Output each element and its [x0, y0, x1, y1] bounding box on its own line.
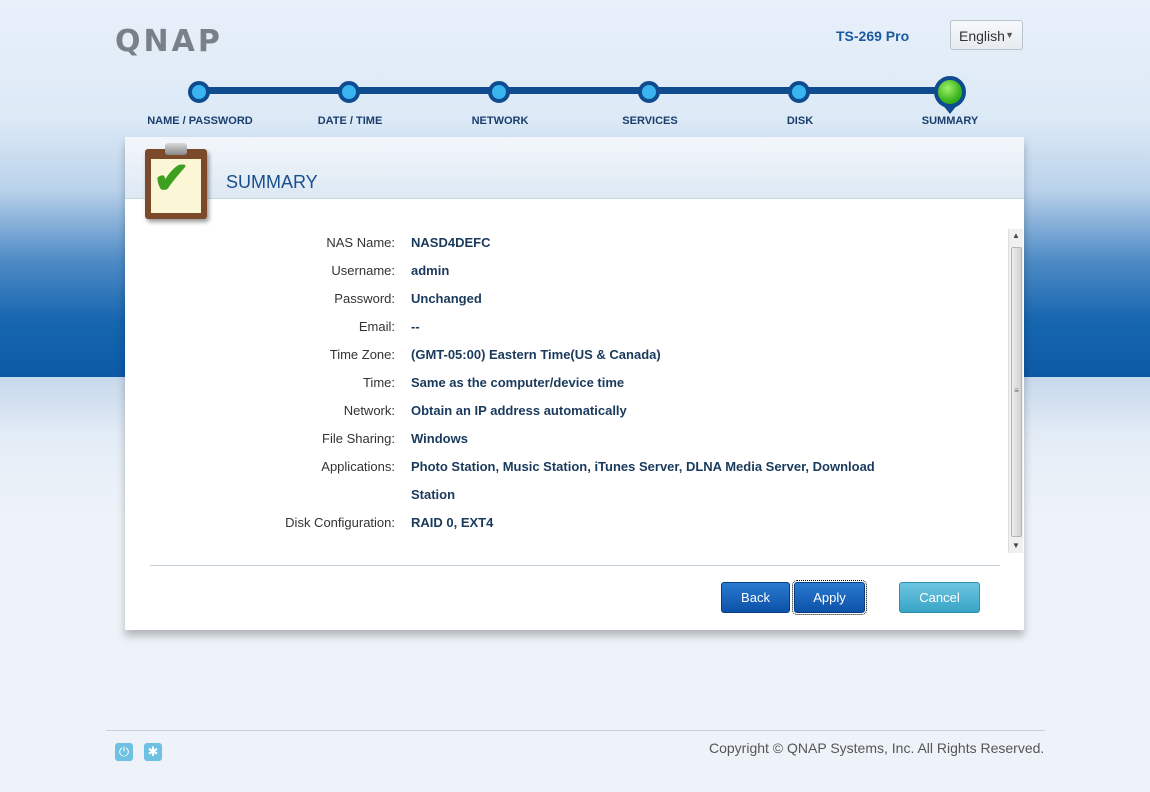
step-label-disk: DISK [786, 115, 814, 127]
summary-label: File Sharing: [322, 431, 395, 446]
summary-row: NAS Name: NASD4DEFC [125, 229, 1005, 250]
scrollbar-thumb[interactable]: ≡ [1011, 247, 1022, 537]
step-dot-disk [788, 81, 810, 103]
summary-label: Time: [362, 375, 395, 390]
step-pin-icon [942, 104, 958, 114]
wizard-progress-line [199, 87, 951, 94]
step-label-services: SERVICES [622, 115, 678, 127]
summary-row: Email: -- [125, 313, 1005, 334]
step-dot-date-time [338, 81, 360, 103]
step-label-network: NETWORK [471, 115, 529, 127]
power-icon[interactable]: ⏻ [115, 743, 133, 761]
summary-label: Username: [331, 263, 395, 278]
summary-panel: ✔ SUMMARY NAS Name: NASD4DEFC Username: … [125, 137, 1024, 630]
back-button[interactable]: Back [721, 582, 790, 613]
summary-value: -- [411, 319, 420, 334]
summary-row: Password: Unchanged [125, 285, 1005, 306]
summary-row: Applications: Photo Station, Music Stati… [125, 453, 1005, 509]
summary-value: Photo Station, Music Station, iTunes Ser… [411, 459, 875, 502]
summary-label: Applications: [321, 459, 395, 474]
grip-icon: ≡ [1014, 386, 1019, 395]
summary-value: (GMT-05:00) Eastern Time(US & Canada) [411, 347, 661, 362]
summary-label: Email: [358, 319, 395, 334]
clipboard-check-icon: ✔ [145, 143, 207, 219]
summary-value: Same as the computer/device time [411, 375, 625, 390]
step-label-name-password: NAME / PASSWORD [147, 115, 253, 127]
language-select-value: English [959, 28, 1005, 44]
summary-value: NASD4DEFC [411, 235, 491, 250]
summary-label: Disk Configuration: [285, 515, 395, 530]
apply-button[interactable]: Apply [792, 580, 867, 615]
summary-row: Network: Obtain an IP address automatica… [125, 397, 1005, 418]
summary-list: NAS Name: NASD4DEFC Username: admin Pass… [125, 229, 1005, 549]
chevron-down-icon: ▼ [1005, 30, 1014, 40]
summary-label: Time Zone: [329, 347, 395, 362]
step-label-date-time: DATE / TIME [317, 115, 383, 127]
divider [150, 565, 1000, 566]
summary-value: RAID 0, EXT4 [411, 515, 494, 530]
summary-row: Disk Configuration: RAID 0, EXT4 [125, 509, 1005, 530]
qnap-logo: QNAP [115, 24, 223, 59]
snowflake-icon[interactable]: ✱ [144, 743, 162, 761]
scroll-down-icon[interactable]: ▼ [1009, 539, 1023, 553]
summary-value: Obtain an IP address automatically [411, 403, 627, 418]
summary-row: Time: Same as the computer/device time [125, 369, 1005, 390]
step-dot-network [488, 81, 510, 103]
language-select[interactable]: English ▼ [950, 20, 1023, 50]
scroll-up-icon[interactable]: ▲ [1009, 229, 1023, 243]
summary-value: admin [411, 263, 450, 278]
model-name: TS-269 Pro [836, 28, 910, 44]
summary-row: File Sharing: Windows [125, 425, 1005, 446]
summary-label: NAS Name: [326, 235, 395, 250]
step-dot-services [638, 81, 660, 103]
vertical-scrollbar[interactable]: ▲ ≡ ▼ [1008, 229, 1023, 553]
footer-divider [106, 730, 1045, 731]
summary-label: Password: [334, 291, 395, 306]
summary-label: Network: [343, 403, 395, 418]
summary-value: Windows [411, 431, 468, 446]
summary-row: Time Zone: (GMT-05:00) Eastern Time(US &… [125, 341, 1005, 362]
panel-title: SUMMARY [226, 172, 318, 192]
copyright-text: Copyright © QNAP Systems, Inc. All Right… [709, 740, 1045, 756]
step-label-summary: SUMMARY [921, 115, 979, 127]
step-dot-name-password [188, 81, 210, 103]
cancel-button[interactable]: Cancel [899, 582, 980, 613]
summary-value: Unchanged [411, 291, 482, 306]
summary-row: Username: admin [125, 257, 1005, 278]
